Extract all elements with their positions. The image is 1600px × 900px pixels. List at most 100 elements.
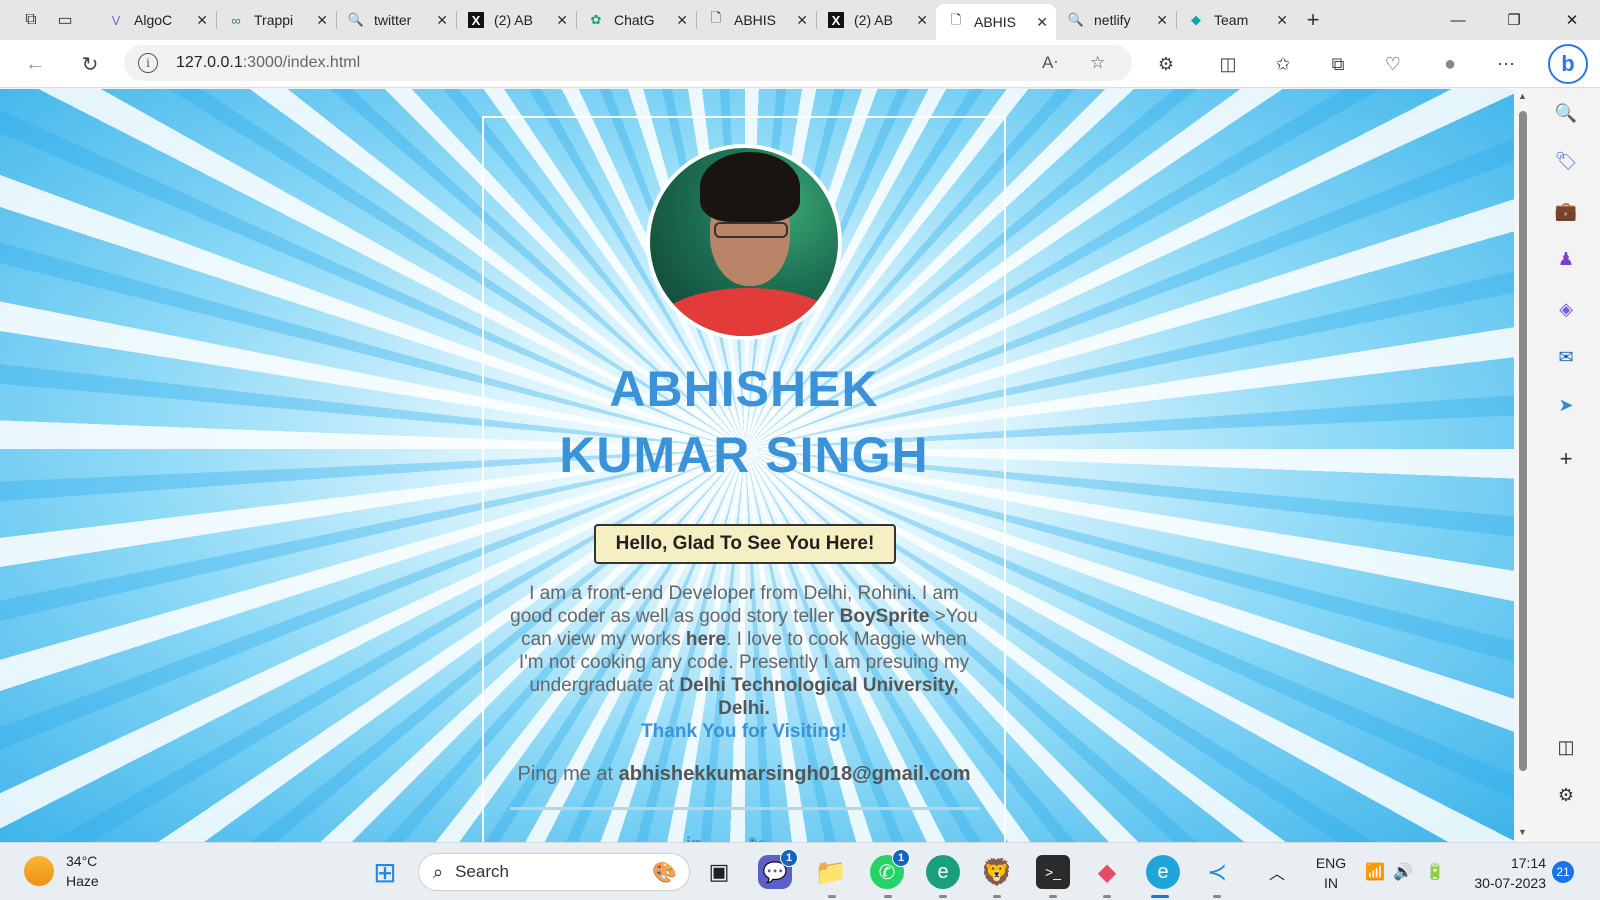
teams-chat-icon[interactable]: 💬 1 [758, 849, 798, 889]
notification-count[interactable]: 21 [1552, 861, 1574, 883]
taskbar-search[interactable]: ⌕ Search 🎨 [418, 853, 690, 891]
games-icon[interactable]: ♟ [1552, 245, 1580, 273]
refresh-button[interactable]: ↻ [72, 48, 108, 80]
twitter-icon[interactable]: 🐦 [747, 834, 767, 842]
tab-chatgpt[interactable]: ✿ ChatG ✕ [576, 0, 696, 40]
shopping-tag-icon[interactable]: 🏷 [1552, 147, 1580, 175]
page-scrollbar[interactable]: ▲ ▼ [1514, 89, 1532, 842]
whatsapp-icon[interactable]: ✆ 1 [870, 849, 910, 889]
workspaces-icon[interactable]: ⧉ [14, 0, 48, 40]
tab-algo[interactable]: V AlgoC ✕ [96, 0, 216, 40]
read-aloud-icon[interactable]: Aᐧ [1042, 53, 1058, 73]
extensions-icon[interactable]: ⚙ [1148, 48, 1184, 80]
page-icon: 🗋 [710, 10, 722, 25]
performance-icon[interactable]: ♡ [1375, 48, 1411, 80]
address-bar[interactable]: i 127.0.0.1:3000/index.html Aᐧ ☆ [124, 45, 1132, 81]
close-icon[interactable]: ✕ [1276, 12, 1288, 29]
close-icon[interactable]: ✕ [1036, 14, 1048, 31]
hello-button[interactable]: Hello, Glad To See You Here! [594, 524, 896, 564]
edge-browser-icon[interactable]: e [1146, 855, 1180, 889]
tab-netlify-search[interactable]: 🔍 netlify ✕ [1056, 0, 1176, 40]
tab-trappi[interactable]: ∞ Trappi ✕ [216, 0, 336, 40]
tab-actions-icon[interactable]: ▭ [48, 0, 82, 40]
weather-condition: Haze [66, 873, 99, 889]
tab-strip: ⧉ ▭ V AlgoC ✕ ∞ Trappi ✕ 🔍 twitter ✕ X (… [0, 0, 1600, 40]
close-icon[interactable]: ✕ [436, 12, 448, 29]
close-icon[interactable]: ✕ [316, 12, 328, 29]
contact-line: Ping me at abhishekkumarsingh018@gmail.c… [517, 763, 971, 785]
language-indicator[interactable]: ENG IN [1311, 853, 1351, 893]
close-icon[interactable]: ✕ [796, 12, 808, 29]
close-icon[interactable]: ✕ [196, 12, 208, 29]
split-screen-icon[interactable]: ◫ [1210, 48, 1246, 80]
linkedin-icon[interactable]: in [686, 834, 702, 842]
name-line-2: KUMAR SINGH [559, 427, 929, 483]
date: 30-07-2023 [1474, 875, 1546, 891]
x-icon: X [828, 12, 844, 28]
edge-dev-icon[interactable]: e [926, 855, 960, 889]
tab-abhis-1[interactable]: 🗋 ABHIS ✕ [696, 0, 816, 40]
close-icon[interactable]: ✕ [916, 12, 928, 29]
task-view-icon[interactable]: ▣ [702, 855, 736, 889]
new-tab-button[interactable]: + [1296, 0, 1330, 40]
start-button[interactable]: ⊞ [368, 855, 402, 889]
tab-label: netlify [1094, 12, 1131, 28]
divider [510, 807, 980, 810]
favorites-icon[interactable]: ✩ [1265, 48, 1301, 80]
minimize-button[interactable]: — [1430, 0, 1486, 40]
brave-browser-icon[interactable]: 🦁 [980, 855, 1014, 889]
close-icon[interactable]: ✕ [1156, 12, 1168, 29]
boysprite-link[interactable]: BoySprite [840, 606, 930, 627]
weather-widget[interactable]: 34°C Haze [24, 851, 99, 891]
collections-icon[interactable]: ⧉ [1320, 48, 1356, 80]
microsoft-365-icon[interactable]: ◈ [1552, 295, 1580, 323]
tab-x-1[interactable]: X (2) AB ✕ [456, 0, 576, 40]
tab-abhis-active[interactable]: 🗋 ABHIS ✕ [936, 4, 1056, 40]
info-icon[interactable]: i [138, 53, 158, 73]
restore-button[interactable]: ❐ [1486, 0, 1542, 40]
page-icon: 🗋 [950, 12, 962, 27]
more-menu-icon[interactable]: ⋯ [1488, 48, 1524, 80]
close-icon[interactable]: ✕ [676, 12, 688, 29]
temperature: 34°C [66, 853, 98, 869]
bing-copilot-icon[interactable]: b [1548, 44, 1588, 84]
tab-label: Trappi [254, 12, 294, 28]
tab-twitter-search[interactable]: 🔍 twitter ✕ [336, 0, 456, 40]
works-link[interactable]: here [686, 629, 726, 650]
gfg-icon: ∞ [231, 12, 241, 28]
close-window-button[interactable]: ✕ [1544, 0, 1600, 40]
tab-label: ABHIS [974, 14, 1017, 30]
tools-briefcase-icon[interactable]: 💼 [1552, 197, 1580, 225]
hide-sidebar-icon[interactable]: ◫ [1552, 733, 1580, 761]
outlook-icon[interactable]: ✉ [1552, 343, 1580, 371]
terminal-icon[interactable]: >_ [1036, 855, 1070, 889]
close-icon[interactable]: ✕ [556, 12, 568, 29]
clock[interactable]: 17:14 30-07-2023 [1462, 853, 1546, 893]
tab-x-2[interactable]: X (2) AB ✕ [816, 0, 936, 40]
git-kraken-icon[interactable]: ◆ [1090, 855, 1124, 889]
settings-gear-icon[interactable]: ⚙ [1552, 781, 1580, 809]
search-highlight-icon: 🎨 [652, 861, 677, 884]
search-label: Search [455, 862, 509, 881]
favorite-star-icon[interactable]: ☆ [1090, 53, 1105, 73]
name-line-1: ABHISHEK [609, 361, 879, 417]
add-sidebar-item-icon[interactable]: + [1552, 445, 1580, 473]
vscode-icon[interactable]: ≺ [1200, 855, 1234, 889]
email-link[interactable]: abhishekkumarsingh018@gmail.com [619, 763, 971, 785]
show-hidden-icons-chevron[interactable]: ︿ [1260, 855, 1294, 889]
battery-icon[interactable]: 🔋 [1418, 855, 1452, 889]
tab-label: AlgoC [134, 12, 173, 28]
chatgpt-icon: ✿ [590, 12, 602, 27]
thanks-text: Thank You for Visiting! [641, 721, 847, 742]
back-button[interactable]: ← [17, 48, 53, 80]
profile-photo [646, 144, 842, 340]
profile-avatar-icon[interactable]: ● [1432, 48, 1468, 80]
x-icon: X [468, 12, 484, 28]
volume-icon[interactable]: 🔊 [1386, 855, 1420, 889]
tab-team[interactable]: ◆ Team ✕ [1176, 0, 1296, 40]
algo-icon: V [111, 12, 121, 28]
tab-label: Team [1214, 12, 1249, 28]
drop-icon[interactable]: ➤ [1552, 391, 1580, 419]
file-explorer-icon[interactable]: 📁 [814, 855, 848, 889]
search-icon[interactable]: 🔍 [1552, 99, 1580, 127]
